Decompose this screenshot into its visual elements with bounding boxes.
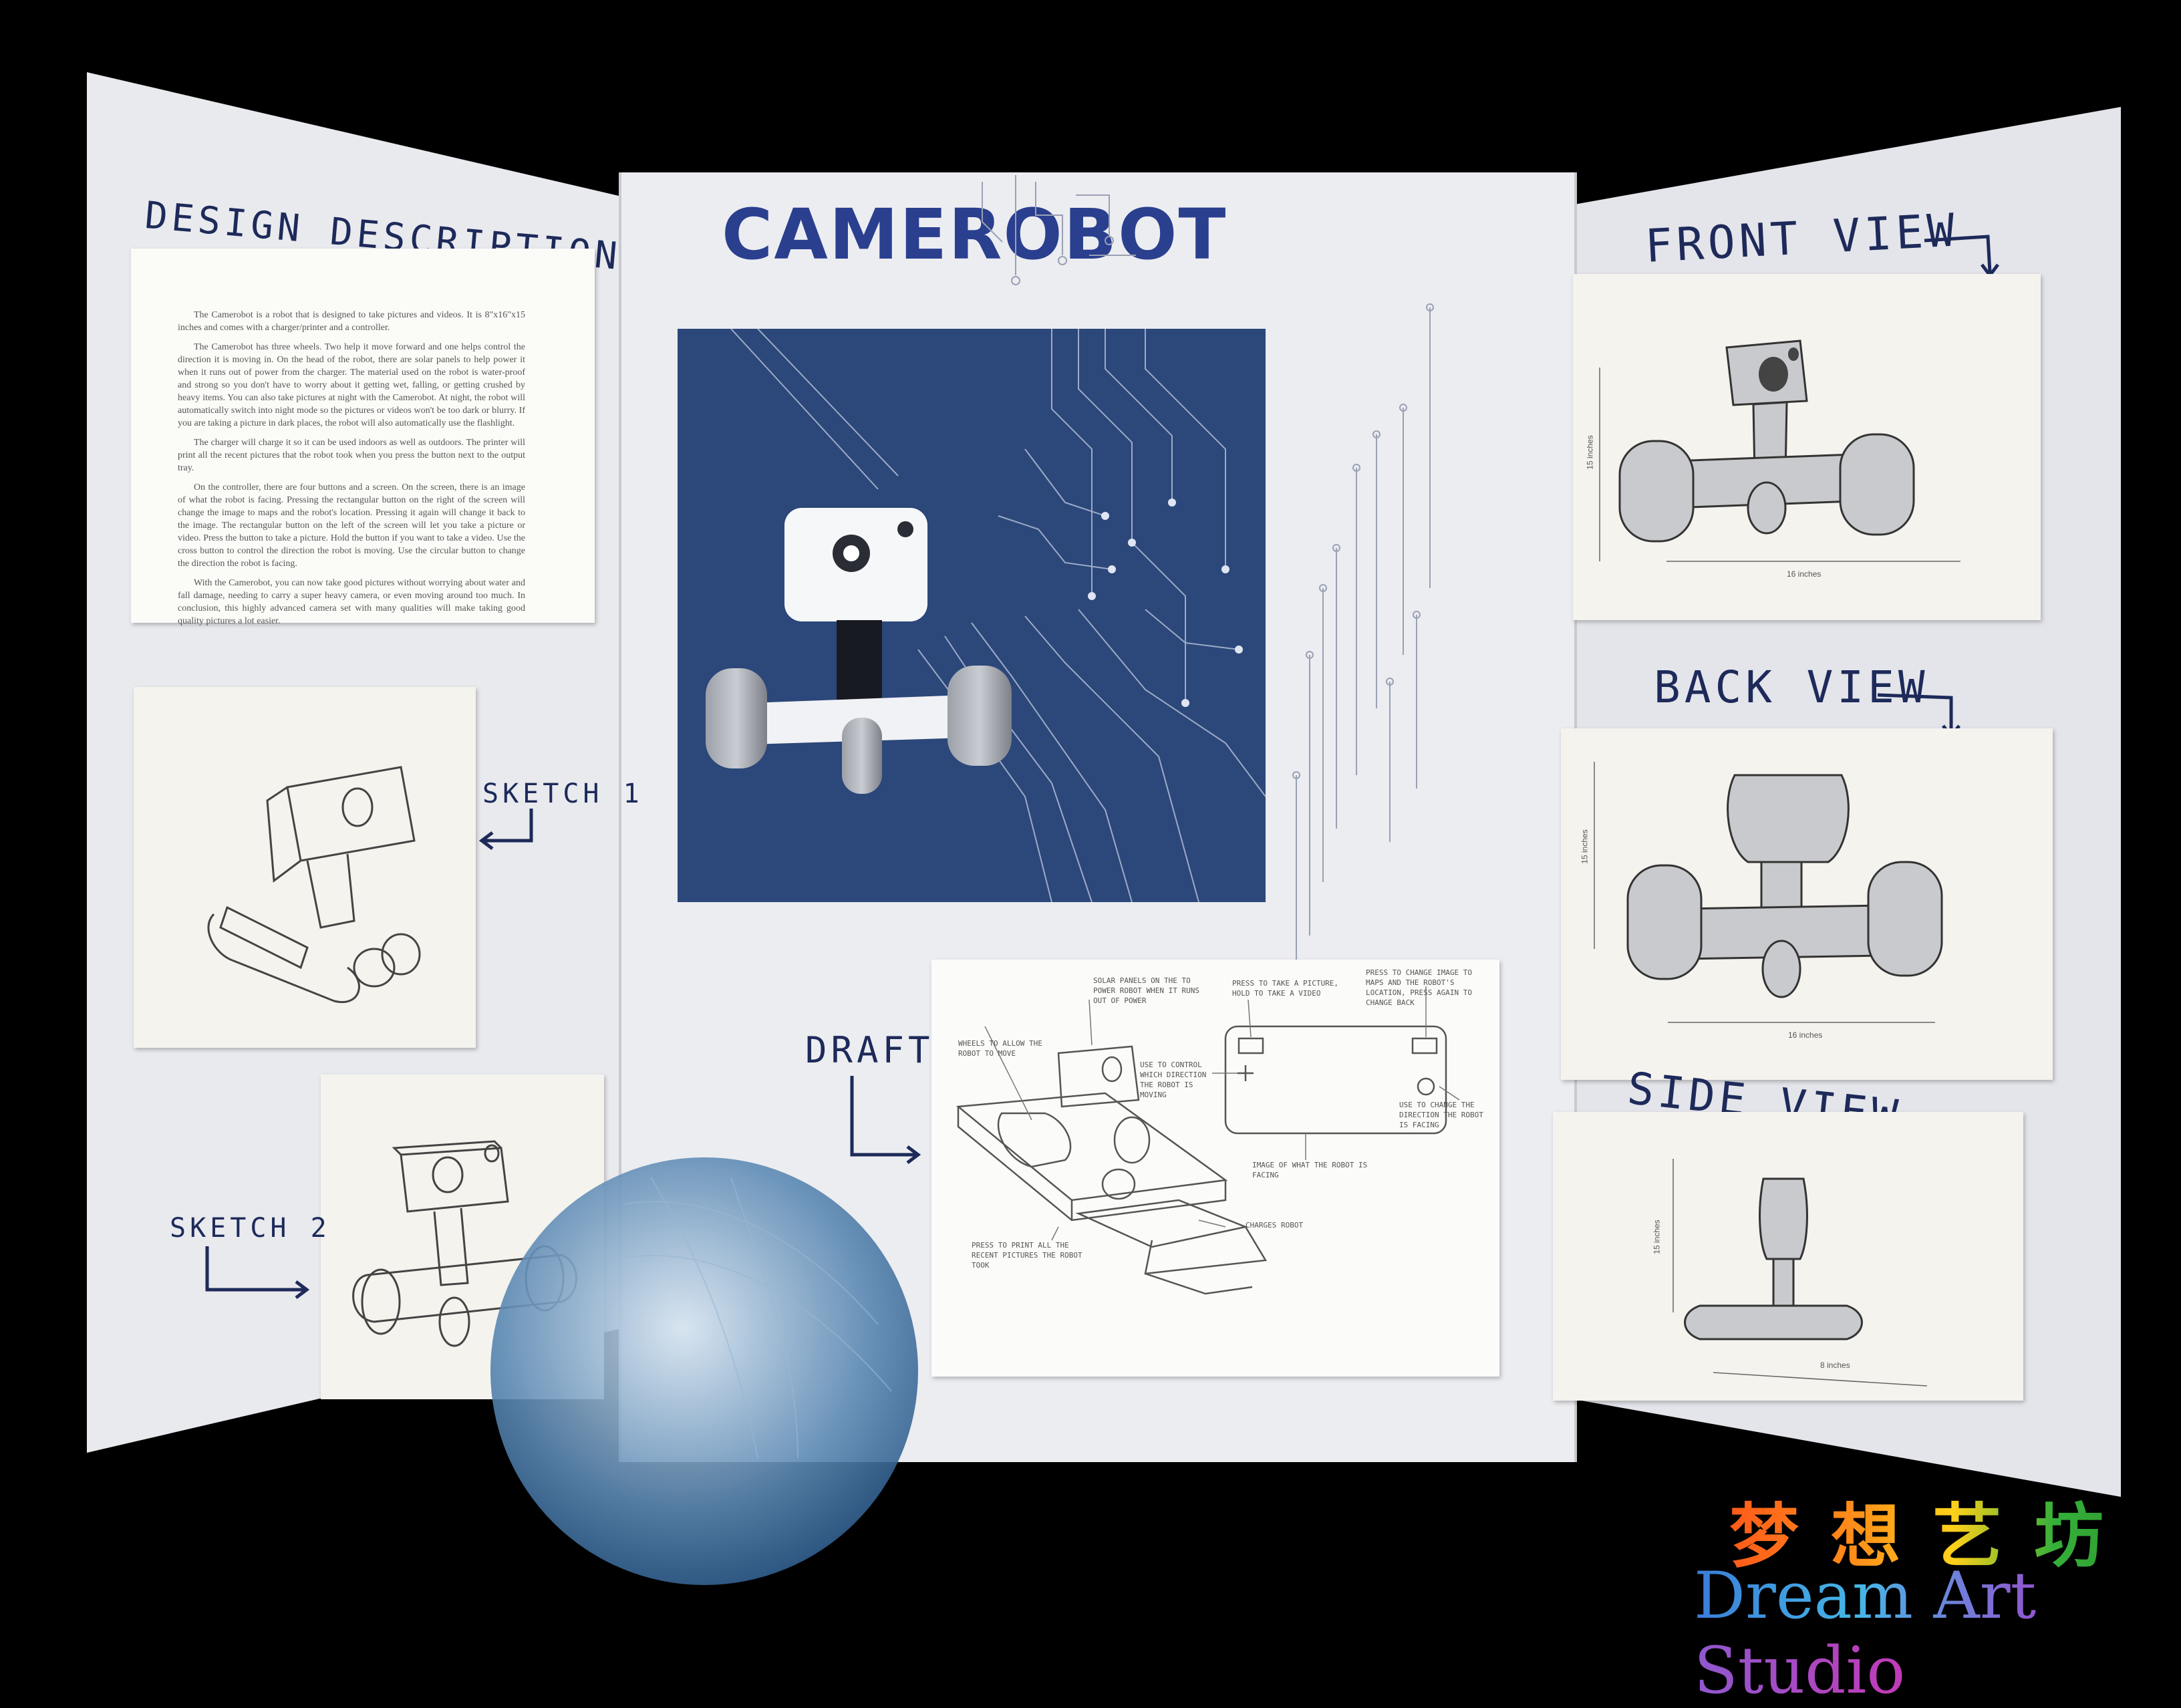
back-view-sheet: 15 inches 16 inches <box>1561 728 2053 1080</box>
pin-lines <box>1292 303 1434 976</box>
design-description-text: The Camerobot is a robot that is designe… <box>178 309 525 634</box>
sketch1-sheet <box>134 687 476 1048</box>
back-view-drawing <box>1594 762 1943 1023</box>
sketch2-label: SKETCH 2 <box>170 1213 331 1244</box>
board-title: Camerobot <box>722 194 1227 275</box>
draft-note-use-control: USE TO CONTROL WHICH DIRECTION THE ROBOT… <box>1140 1060 1207 1099</box>
back-height-dimension: 15 inches <box>1580 829 1590 864</box>
sketch1-label: SKETCH 1 <box>482 778 643 809</box>
side-view-drawing <box>1673 1159 1928 1387</box>
draft-note-press-take: PRESS TO TAKE A PICTURE, HOLD TO TAKE A … <box>1232 979 1338 998</box>
design-paragraph: With the Camerobot, you can now take goo… <box>178 578 525 626</box>
draft-note-wheels: WHEELS TO ALLOW THE ROBOT TO MOVE <box>958 1039 1042 1058</box>
draft-note-charges: CHARGES ROBOT <box>1246 1221 1304 1230</box>
sketch1-arrow <box>478 809 533 850</box>
design-paragraph: The Camerobot has three wheels. Two help… <box>178 342 525 428</box>
design-paragraph: The Camerobot is a robot that is designe… <box>178 310 525 333</box>
draft-drawing <box>956 986 1460 1295</box>
watermark-english: Dream Art Studio <box>1694 1558 2181 1708</box>
draft-arrow <box>850 1076 921 1164</box>
back-width-dimension: 16 inches <box>1788 1030 1823 1040</box>
camerobot-painting <box>706 508 1012 794</box>
front-view-drawing <box>1599 339 1960 562</box>
watermark-english-text: Dream Art Studio <box>1694 1558 2037 1708</box>
draft-note-press-change: PRESS TO CHANGE IMAGE TO MAPS AND THE RO… <box>1366 968 1472 1007</box>
draft-label: DRAFT <box>805 1029 934 1071</box>
front-height-dimension: 15 inches <box>1585 435 1595 470</box>
side-width-dimension: 8 inches <box>1820 1361 1850 1370</box>
sketch1-drawing <box>207 766 421 1004</box>
side-view-sheet: 15 inches 8 inches <box>1553 1112 2023 1401</box>
design-paragraph: The charger will charge it so it can be … <box>178 438 525 473</box>
side-height-dimension: 15 inches <box>1652 1220 1662 1254</box>
draft-sheet: SOLAR PANELS ON THE TO POWER ROBOT WHEN … <box>931 960 1499 1377</box>
globe-painting <box>490 1157 918 1585</box>
camerobot-poster <box>678 329 1266 902</box>
draft-note-press-print: PRESS TO PRINT ALL THE RECENT PICTURES T… <box>972 1241 1082 1270</box>
design-paragraph: On the controller, there are four button… <box>178 482 525 569</box>
draft-note-image-of: IMAGE OF WHAT THE ROBOT IS FACING <box>1252 1161 1368 1179</box>
draft-note-solar: SOLAR PANELS ON THE TO POWER ROBOT WHEN … <box>1093 976 1199 1005</box>
draft-note-use-change: USE TO CHANGE THE DIRECTION THE ROBOT IS… <box>1399 1101 1483 1129</box>
sketch2-arrow <box>205 1246 310 1299</box>
front-view-sheet: 15 inches 16 inches <box>1573 274 2041 620</box>
design-description-sheet: The Camerobot is a robot that is designe… <box>131 249 595 626</box>
title-circuit-lines <box>982 175 1136 285</box>
front-width-dimension: 16 inches <box>1787 569 1822 579</box>
